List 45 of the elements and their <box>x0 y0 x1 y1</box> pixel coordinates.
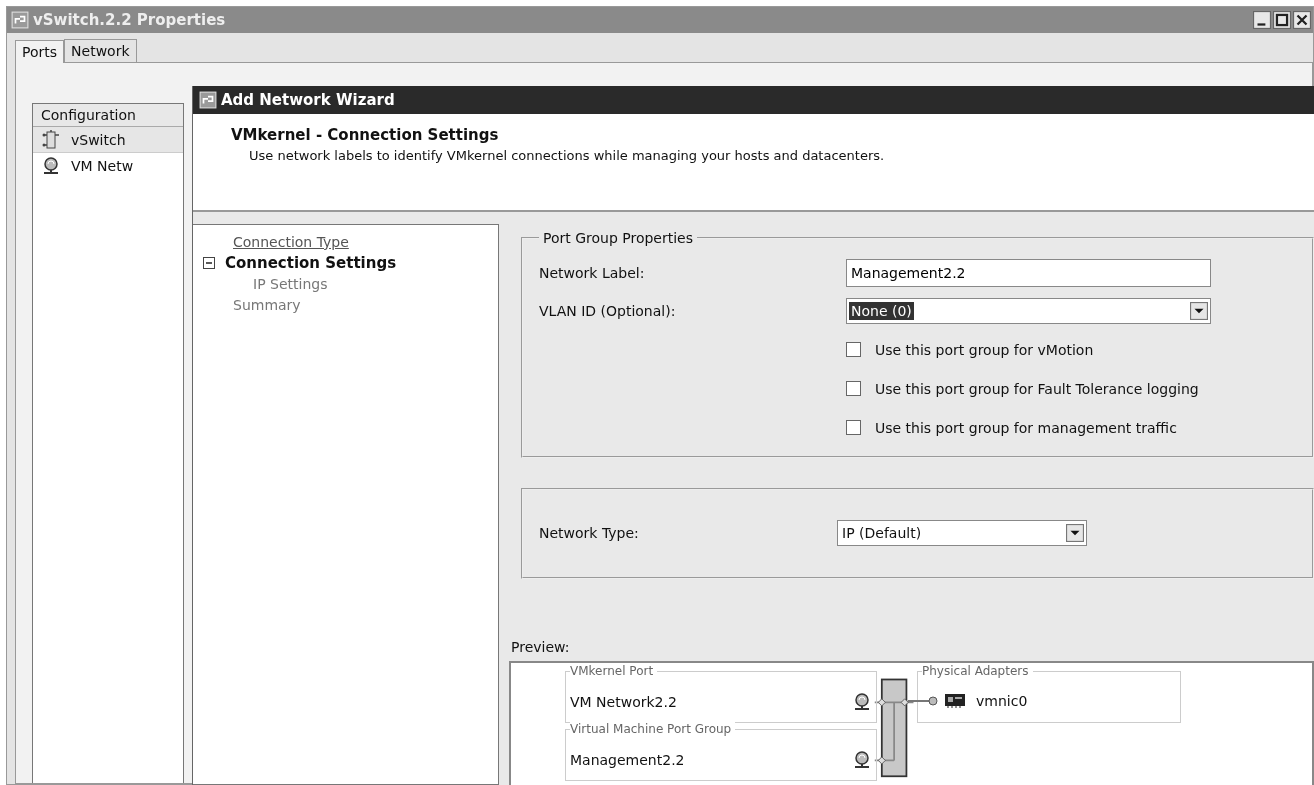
field-label: Network Label: <box>539 265 646 281</box>
wizard-step: Summary <box>233 296 301 313</box>
checkbox[interactable] <box>846 342 861 357</box>
network-icon <box>852 692 872 712</box>
port-group-name: VM Network2.2 <box>570 694 677 710</box>
checkbox[interactable] <box>846 381 861 396</box>
wizard-title: Add Network Wizard <box>221 91 395 109</box>
network-card-icon <box>944 693 966 709</box>
close-icon[interactable] <box>1293 11 1311 29</box>
network-icon <box>852 750 872 770</box>
tab[interactable]: Ports <box>15 40 65 63</box>
column-header[interactable]: Configuration <box>33 104 183 127</box>
list-row[interactable]: vSwitch <box>33 127 183 153</box>
field-label: VLAN ID (Optional): <box>539 303 677 319</box>
port-group-legend: VMkernel Port <box>570 664 658 678</box>
wizard-description: Use network labels to identify VMkernel connections while managing your hosts and datacenters. <box>249 148 886 163</box>
wizard-step[interactable]: Connection Type <box>233 233 349 250</box>
preview-label: Preview: <box>511 638 571 657</box>
checkbox[interactable] <box>846 420 861 435</box>
collapse-icon[interactable] <box>203 256 215 269</box>
window-title: vSwitch.2.2 Properties <box>33 11 226 29</box>
network-icon <box>41 156 61 176</box>
vlan-id-dropdown[interactable]: None (0) <box>846 298 1211 324</box>
adapters-legend: Physical Adapters <box>922 664 1033 678</box>
wizard-step: IP Settings <box>253 275 328 292</box>
minimize-icon[interactable] <box>1253 11 1271 29</box>
field-label: Network Type: <box>539 525 640 542</box>
network-label-field[interactable]: Management2.2 <box>846 259 1211 287</box>
list-row[interactable]: VM Netw <box>33 153 183 179</box>
maximize-icon[interactable] <box>1273 11 1291 29</box>
adapter-name: vmnic0 <box>976 693 1028 709</box>
port-group-legend: Virtual Machine Port Group <box>570 722 736 736</box>
checkbox-label: Use this port group for vMotion <box>875 341 1094 358</box>
wizard-step: Connection Settings <box>225 253 397 272</box>
tab[interactable]: Network <box>64 39 137 62</box>
group-legend: Port Group Properties <box>539 230 698 246</box>
wizard-logo-icon <box>199 91 217 109</box>
switch-icon <box>41 129 61 150</box>
port-group-name: Management2.2 <box>570 752 685 768</box>
network-type-dropdown[interactable]: IP (Default) <box>837 520 1087 547</box>
window-logo-icon <box>11 11 29 29</box>
checkbox-label: Use this port group for Fault Tolerance logging <box>875 380 1199 397</box>
wizard-heading: VMkernel - Connection Settings <box>231 126 500 144</box>
checkbox-label: Use this port group for management traffic <box>875 419 1177 436</box>
connector-line <box>908 696 938 706</box>
